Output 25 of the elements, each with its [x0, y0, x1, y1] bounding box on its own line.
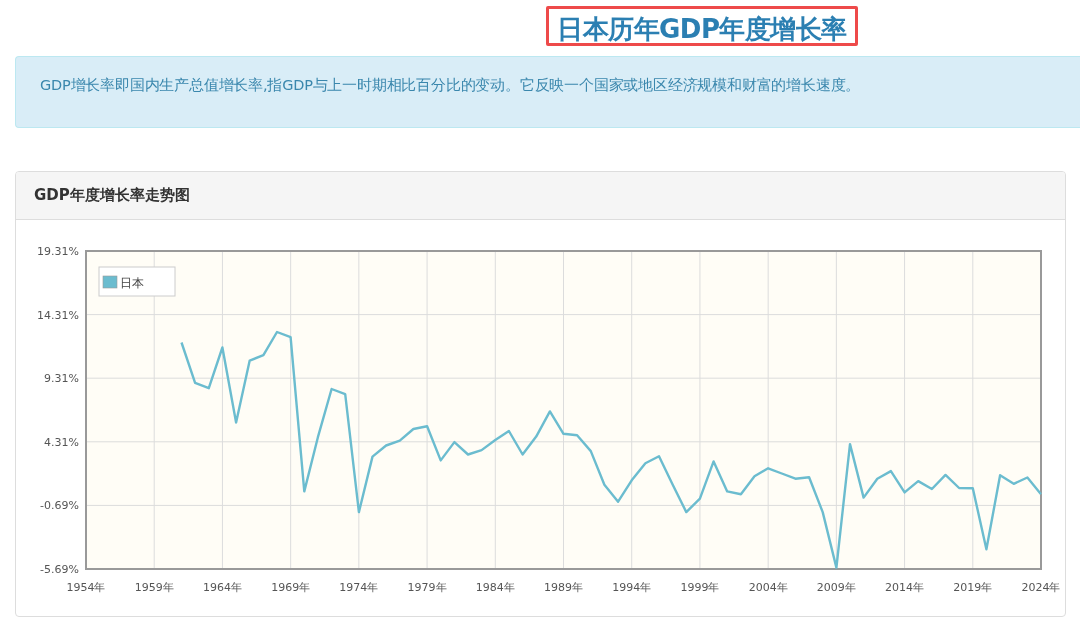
legend-label: 日本: [120, 276, 144, 290]
x-tick-label: 2024年: [1021, 581, 1061, 594]
panel-title: GDP年度增长率走势图: [34, 186, 190, 205]
description-text: GDP增长率即国内生产总值增长率,指GDP与上一时期相比百分比的变动。它反映一个国家或地区经济规模和财富的增长速度。: [40, 76, 862, 95]
x-tick-label: 1954年: [66, 581, 106, 594]
y-tick-label: 14.31%: [37, 308, 79, 322]
x-tick-label: 2019年: [953, 581, 993, 594]
x-tick-label: 2004年: [748, 581, 788, 594]
x-tick-label: 1959年: [134, 581, 174, 594]
x-tick-label: 1989年: [544, 581, 583, 594]
y-tick-label: 9.31%: [44, 372, 79, 386]
y-tick-label: 19.31%: [37, 245, 79, 258]
x-tick-label: 1979年: [407, 581, 447, 594]
y-tick-label: 4.31%: [44, 435, 79, 449]
x-tick-label: 1969年: [271, 581, 311, 594]
y-tick-label: -5.69%: [40, 563, 79, 576]
x-tick-label: 1999年: [680, 581, 720, 594]
x-tick-label: 1964年: [202, 581, 242, 594]
x-tick-label: 2009年: [816, 581, 856, 594]
page-title: 日本历年GDP年度增长率: [546, 6, 858, 46]
y-tick-label: -0.69%: [40, 499, 79, 513]
x-tick-label: 2014年: [885, 581, 925, 594]
x-tick-label: 1984年: [475, 581, 515, 594]
x-tick-label: 1974年: [339, 581, 379, 594]
x-tick-label: 1994年: [612, 581, 652, 594]
